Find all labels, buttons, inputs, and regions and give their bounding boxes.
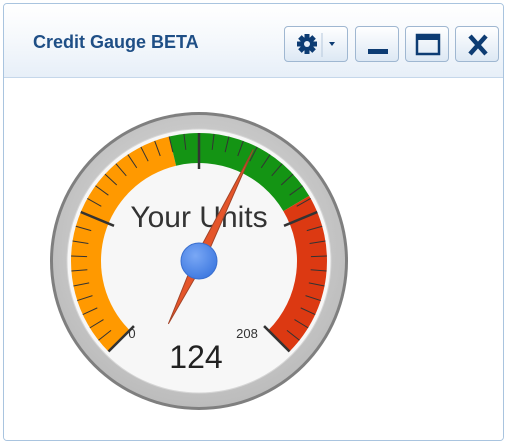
credit-gauge-window: Credit Gauge BETA Your Units 0 208 124 [3,3,504,441]
gauge-content-area: Your Units 0 208 124 [4,78,503,440]
gauge-minor-tick [310,255,327,258]
gauge-label: Your Units [130,201,267,234]
gauge-minor-tick [71,255,88,258]
gauge-max-label: 208 [236,326,258,341]
close-icon [468,34,488,56]
minimize-icon [368,49,388,54]
gear-icon [297,33,335,57]
window-titlebar[interactable]: Credit Gauge BETA [4,4,503,78]
gauge-hub [180,242,218,280]
credit-gauge: Your Units 0 208 124 [50,112,348,410]
close-button[interactable] [455,26,499,62]
maximize-button[interactable] [405,26,449,62]
gauge-min-label: 0 [128,326,135,341]
gauge-value-readout: 124 [169,339,222,375]
chevron-down-icon [329,42,335,46]
minimize-button[interactable] [355,26,399,62]
settings-menu-button[interactable] [284,26,348,62]
window-title: Credit Gauge BETA [33,32,199,52]
maximize-icon [415,33,441,56]
